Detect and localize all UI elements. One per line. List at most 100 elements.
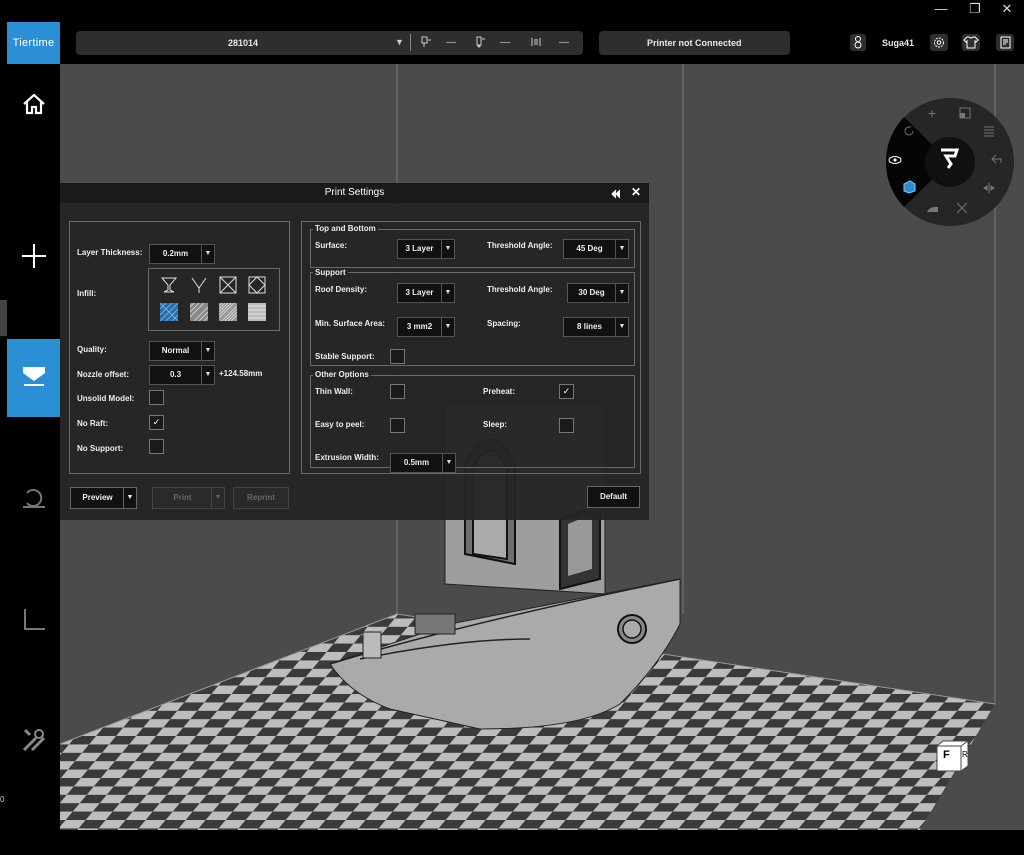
no-support-checkbox[interactable] xyxy=(149,439,164,454)
view-cube-right[interactable]: R xyxy=(962,750,968,759)
thin-wall-checkbox[interactable] xyxy=(390,384,405,399)
window-titlebar xyxy=(0,0,1024,22)
tiertime-logo: Tiertime xyxy=(7,22,60,64)
undo-icon[interactable] xyxy=(990,152,1002,170)
user-icon[interactable] xyxy=(850,34,866,51)
infill-goblet-icon[interactable] xyxy=(160,276,178,294)
nozzle-icon xyxy=(420,36,432,51)
chevron-down-icon: ▼ xyxy=(615,318,628,336)
job-dropdown-arrow[interactable]: ▼ xyxy=(395,37,404,47)
preheat-label: Preheat: xyxy=(483,387,516,396)
tools-icon xyxy=(21,727,47,758)
print-button[interactable] xyxy=(7,339,60,417)
support-threshold-label: Threshold Angle: xyxy=(487,285,553,294)
edge-label: 0 xyxy=(0,795,5,804)
mirror-icon[interactable] xyxy=(983,181,995,199)
close-dialog-button[interactable]: ✕ xyxy=(631,185,641,199)
surface-select[interactable]: 3 Layer ▼ xyxy=(397,239,455,259)
surface-value: 3 Layer xyxy=(405,244,434,253)
thin-wall-label: Thin Wall: xyxy=(315,387,353,396)
bed-temp-value: — xyxy=(500,37,510,48)
material-shirt-icon[interactable] xyxy=(962,34,980,51)
chevron-down-icon: ▼ xyxy=(615,240,628,258)
default-button[interactable]: Default xyxy=(587,486,640,508)
infill-surface-icon[interactable] xyxy=(219,276,237,294)
support-threshold-select[interactable]: 30 Deg ▼ xyxy=(567,283,629,303)
restore-button[interactable]: ❐ xyxy=(958,0,992,18)
view-cube-front[interactable]: F xyxy=(943,749,950,761)
top-bottom-title: Top and Bottom xyxy=(313,224,378,233)
infill-diamond-icon[interactable] xyxy=(248,276,266,294)
print-job-button[interactable]: Print xyxy=(152,487,213,509)
scale-icon[interactable] xyxy=(959,106,971,124)
sleep-checkbox[interactable] xyxy=(559,418,574,433)
no-raft-checkbox[interactable]: ✓ xyxy=(149,415,164,430)
preview-dropdown-arrow[interactable]: ▼ xyxy=(123,487,137,509)
infill-solid-icon[interactable] xyxy=(248,303,266,321)
document-icon[interactable] xyxy=(996,34,1014,51)
move-icon[interactable]: + xyxy=(928,105,936,121)
settings-gear-icon[interactable] xyxy=(930,34,948,51)
dialog-title: Print Settings xyxy=(60,183,649,203)
calibrate-button[interactable] xyxy=(7,480,60,520)
layers-icon[interactable] xyxy=(983,124,995,142)
tb-threshold-value: 45 Deg xyxy=(576,244,603,253)
quality-select[interactable]: Normal ▼ xyxy=(149,341,215,361)
left-sidebar xyxy=(7,64,60,834)
chevron-down-icon: ▼ xyxy=(201,366,214,384)
spacing-value: 8 lines xyxy=(577,322,602,331)
easy-to-peel-checkbox[interactable] xyxy=(390,418,405,433)
no-raft-label: No Raft: xyxy=(77,419,109,428)
collapse-icon[interactable] xyxy=(611,187,621,205)
rotate-icon[interactable] xyxy=(903,124,915,142)
print-dropdown-arrow[interactable]: ▼ xyxy=(211,487,225,509)
extrusion-width-select[interactable]: 0.5mm ▼ xyxy=(390,453,456,473)
cube-view-icon[interactable] xyxy=(902,180,916,199)
close-window-button[interactable]: ✕ xyxy=(990,0,1024,18)
layer-thickness-value: 0.2mm xyxy=(162,249,189,258)
nozzle-offset-select[interactable]: 0.3 ▼ xyxy=(149,365,215,385)
minimize-button[interactable]: — xyxy=(924,0,958,18)
unsolid-model-checkbox[interactable] xyxy=(149,390,164,405)
stable-support-checkbox[interactable] xyxy=(390,349,405,364)
fit-icon[interactable] xyxy=(956,201,968,219)
infill-dense-icon[interactable] xyxy=(218,302,238,322)
roof-density-select[interactable]: 3 Layer ▼ xyxy=(397,283,455,303)
infill-sparse-icon[interactable] xyxy=(159,302,179,322)
no-support-label: No Support: xyxy=(77,444,124,453)
surface-label: Surface: xyxy=(315,241,348,250)
tb-threshold-select[interactable]: 45 Deg ▼ xyxy=(563,239,629,259)
spacing-label: Spacing: xyxy=(487,319,521,328)
nozzle-temp-value: — xyxy=(446,37,456,48)
divider xyxy=(410,34,411,51)
chevron-down-icon: ▼ xyxy=(201,342,214,360)
username: Suga41 xyxy=(882,38,915,48)
tool-wheel-center-icon[interactable] xyxy=(938,147,960,176)
preview-button[interactable]: Preview xyxy=(70,487,125,509)
min-surface-area-select[interactable]: 3 mm2 ▼ xyxy=(397,317,455,337)
home-button[interactable] xyxy=(7,84,60,128)
nozzle-offset-value: 0.3 xyxy=(169,370,182,379)
extrusion-width-value: 0.5mm xyxy=(403,458,430,467)
infill-label: Infill: xyxy=(77,289,97,298)
job-name: 281014 xyxy=(228,38,259,48)
reprint-button[interactable]: Reprint xyxy=(233,487,289,509)
layer-thickness-select[interactable]: 0.2mm ▼ xyxy=(149,244,215,264)
preheat-checkbox[interactable]: ✓ xyxy=(559,384,574,399)
quality-value: Normal xyxy=(161,346,190,355)
stable-support-label: Stable Support: xyxy=(315,352,375,361)
infill-medium-icon[interactable] xyxy=(189,302,209,322)
add-button[interactable] xyxy=(7,236,60,280)
layer-thickness-label: Layer Thickness: xyxy=(77,248,143,257)
support-icon[interactable] xyxy=(926,201,940,219)
quality-label: Quality: xyxy=(77,345,107,354)
level-button[interactable] xyxy=(7,602,60,642)
print-settings-dialog: Print Settings ✕ Layer Thickness: 0.2mm … xyxy=(60,183,649,520)
eye-icon[interactable] xyxy=(888,152,902,170)
spacing-select[interactable]: 8 lines ▼ xyxy=(563,317,629,337)
level-icon xyxy=(21,607,47,638)
printer-status-text: Printer not Connected xyxy=(647,38,742,48)
infill-shell-icon[interactable] xyxy=(190,276,208,294)
home-icon xyxy=(22,93,46,120)
maintenance-button[interactable] xyxy=(7,722,60,762)
